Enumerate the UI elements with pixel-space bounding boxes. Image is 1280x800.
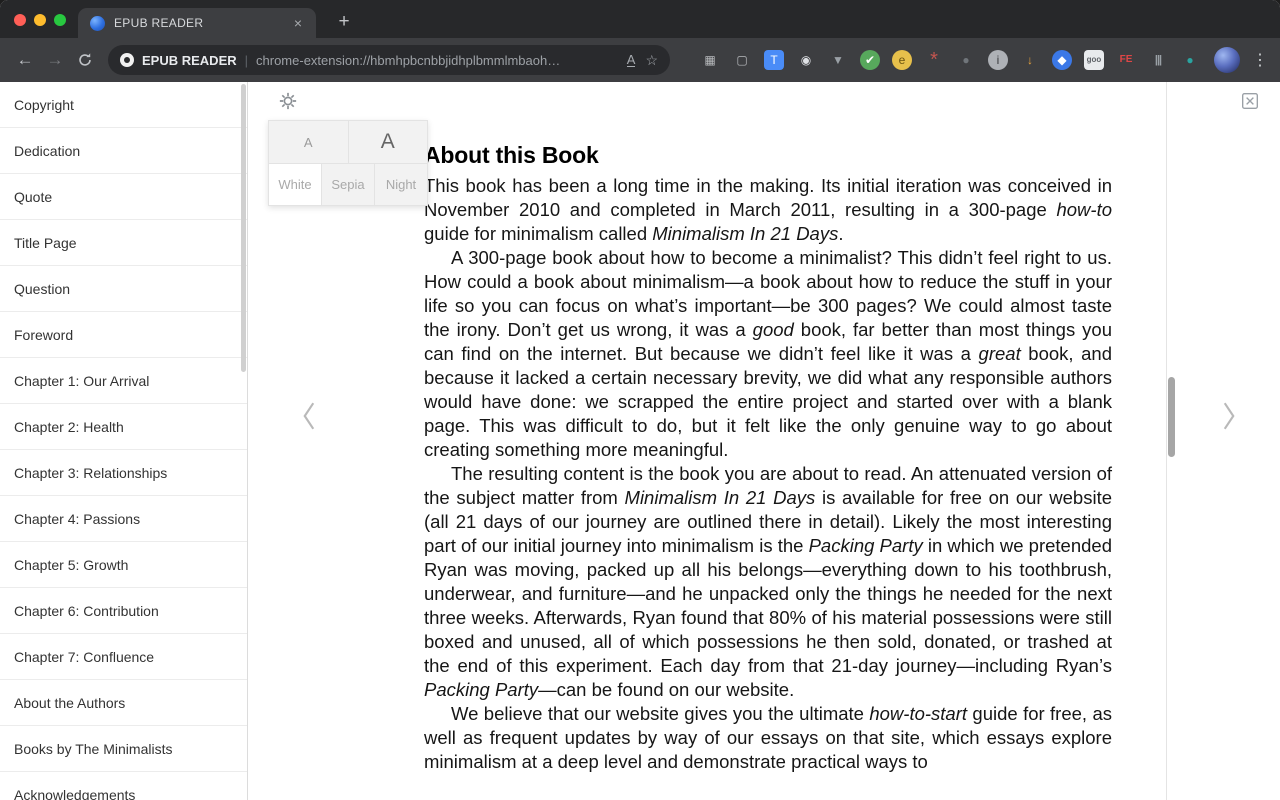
sidebar-item-question[interactable]: Question <box>0 266 247 312</box>
sidebar-item-chapter-5[interactable]: Chapter 5: Growth <box>0 542 247 588</box>
sidebar-item-chapter-4[interactable]: Chapter 4: Passions <box>0 496 247 542</box>
sidebar-item-chapter-7[interactable]: Chapter 7: Confluence <box>0 634 247 680</box>
teal-circle-icon[interactable]: ● <box>1180 50 1200 70</box>
next-page-button[interactable] <box>1220 400 1238 432</box>
toc-sidebar: Copyright Dedication Quote Title Page Qu… <box>0 82 248 800</box>
new-tab-button[interactable]: + <box>332 10 356 34</box>
reload-button[interactable] <box>72 47 98 73</box>
paragraph-2: A 300-page book about how to become a mi… <box>424 247 1113 460</box>
profile-avatar[interactable] <box>1214 47 1240 73</box>
extension-pin-icon <box>120 53 134 67</box>
reader-pane: A A White Sepia Night About this Book Th… <box>248 82 1280 800</box>
sidebar-item-quote[interactable]: Quote <box>0 174 247 220</box>
red-flower-icon[interactable]: * <box>924 50 944 70</box>
tab-close-icon[interactable]: × <box>290 14 306 32</box>
settings-gear-icon <box>279 92 297 110</box>
extensions-row: ▦ ▢ T ◉ ▼ ✔ e * ● i ↓ ◆ goo FE ||| ● <box>700 50 1200 70</box>
zoom-window-button[interactable] <box>54 14 66 26</box>
chevron-left-icon <box>303 402 315 430</box>
minimize-window-button[interactable] <box>34 14 46 26</box>
titlebar: EPUB READER × + <box>0 0 1280 38</box>
sidebar-item-dedication[interactable]: Dedication <box>0 128 247 174</box>
sidebar-item-chapter-2[interactable]: Chapter 2: Health <box>0 404 247 450</box>
tab-favicon-icon <box>90 15 105 31</box>
sidebar-item-acknowledgements[interactable]: Acknowledgements <box>0 772 247 800</box>
record-icon[interactable]: ◉ <box>796 50 816 70</box>
translate-extension-icon[interactable]: T <box>764 50 784 70</box>
qr-code-icon[interactable]: ▦ <box>700 50 720 70</box>
reader-settings-popup: A A White Sepia Night <box>268 120 428 206</box>
blue-shield-icon[interactable]: ◆ <box>1052 50 1072 70</box>
book-content: About this Book This book has been a lon… <box>424 140 1112 774</box>
screenshot-area-icon[interactable]: ▢ <box>732 50 752 70</box>
sidebar-scrollbar[interactable] <box>241 84 246 372</box>
browser-tab[interactable]: EPUB READER × <box>78 8 316 38</box>
theme-row: White Sepia Night <box>269 163 427 205</box>
reader-scrollbar-track <box>1166 82 1167 800</box>
sidebar-item-foreword[interactable]: Foreword <box>0 312 247 358</box>
reader-scrollbar[interactable] <box>1168 377 1175 457</box>
settings-button[interactable] <box>277 90 299 112</box>
forward-button[interactable]: → <box>42 47 68 73</box>
fe-letters-icon[interactable]: FE <box>1116 50 1136 70</box>
close-icon <box>1242 93 1258 109</box>
chevron-right-icon <box>1223 402 1235 430</box>
stripes-icon[interactable]: ||| <box>1148 50 1168 70</box>
adblock-shield-icon[interactable]: ✔ <box>860 50 880 70</box>
info-icon[interactable]: i <box>988 50 1008 70</box>
prev-page-button[interactable] <box>300 400 318 432</box>
bookmark-star-icon[interactable]: ☆ <box>645 52 658 69</box>
back-button[interactable]: ← <box>12 47 38 73</box>
traffic-lights <box>14 14 66 26</box>
address-bar[interactable]: EPUB READER | chrome-extension://hbmhpbc… <box>108 45 670 75</box>
paragraph-1: This book has been a long time in the ma… <box>424 175 1112 244</box>
font-size-increase-button[interactable]: A <box>347 121 428 163</box>
browser-menu-icon[interactable]: ⋮ <box>1252 50 1268 70</box>
yellow-e-icon[interactable]: e <box>892 50 912 70</box>
font-size-decrease-button[interactable]: A <box>269 121 348 163</box>
url-text: chrome-extension://hbmhpbcnbbjidhplbmmlm… <box>256 52 561 68</box>
download-arrow-icon[interactable]: ↓ <box>1020 50 1040 70</box>
close-reader-button[interactable] <box>1241 92 1259 110</box>
extension-name-label: EPUB READER <box>142 52 237 68</box>
goo-box-icon[interactable]: goo <box>1084 50 1104 70</box>
theme-sepia-button[interactable]: Sepia <box>321 164 374 205</box>
sidebar-item-copyright[interactable]: Copyright <box>0 82 247 128</box>
browser-window: EPUB READER × + ← → EPUB READER | chrome… <box>0 0 1280 800</box>
theme-white-button[interactable]: White <box>269 164 321 205</box>
chapter-heading: About this Book <box>424 142 599 168</box>
font-size-row: A A <box>269 121 427 163</box>
paragraph-4: We believe that our website gives you th… <box>424 703 1112 772</box>
tab-title: EPUB READER <box>114 16 204 30</box>
theme-night-button[interactable]: Night <box>374 164 427 205</box>
dark-circle-icon[interactable]: ● <box>956 50 976 70</box>
reload-icon <box>79 53 91 66</box>
page-content: Copyright Dedication Quote Title Page Qu… <box>0 82 1280 800</box>
sidebar-item-chapter-6[interactable]: Chapter 6: Contribution <box>0 588 247 634</box>
sidebar-item-chapter-3[interactable]: Chapter 3: Relationships <box>0 450 247 496</box>
browser-toolbar: ← → EPUB READER | chrome-extension://hbm… <box>0 38 1280 82</box>
url-separator: | <box>244 52 249 68</box>
sidebar-item-about-the-authors[interactable]: About the Authors <box>0 680 247 726</box>
sidebar-item-title-page[interactable]: Title Page <box>0 220 247 266</box>
sidebar-item-books-by-the-minimalists[interactable]: Books by The Minimalists <box>0 726 247 772</box>
sidebar-item-chapter-1[interactable]: Chapter 1: Our Arrival <box>0 358 247 404</box>
translate-page-icon[interactable]: A <box>626 53 636 67</box>
paragraph-3: The resulting content is the book you ar… <box>424 463 1112 700</box>
close-window-button[interactable] <box>14 14 26 26</box>
v-logo-icon[interactable]: ▼ <box>828 50 848 70</box>
